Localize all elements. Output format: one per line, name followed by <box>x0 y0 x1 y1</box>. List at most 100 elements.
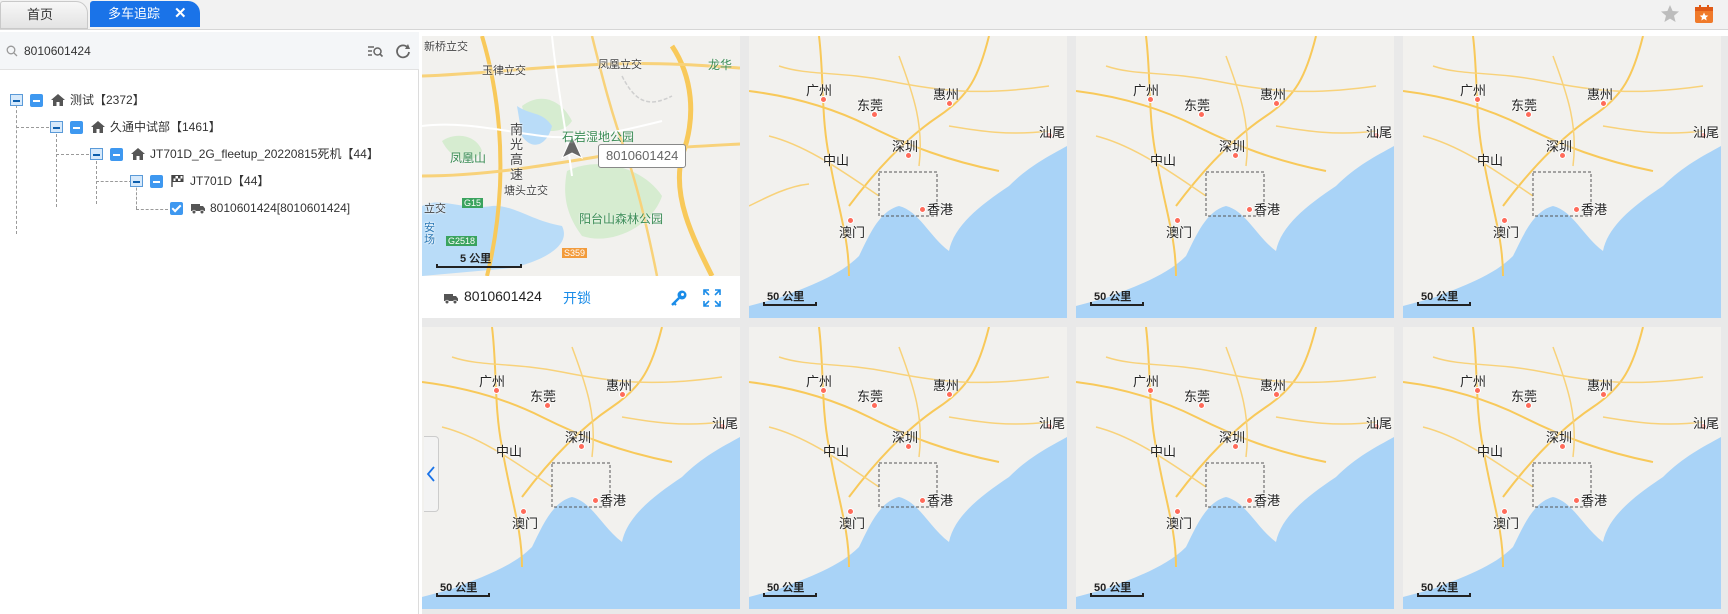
city-label: 汕尾 <box>1039 125 1066 140</box>
map-scale: 5 公里 <box>436 250 522 268</box>
city-label: 香港 <box>600 493 627 508</box>
truck-icon <box>191 204 205 215</box>
city-label: 广州 <box>806 83 833 98</box>
overview-map-tile[interactable]: 广州 东莞 惠州 深圳 汕尾 中山 香港 澳门 50 公里 <box>749 36 1067 318</box>
collapse-panel-button[interactable] <box>424 436 439 512</box>
map-label: 龙华 <box>708 58 733 72</box>
star-icon[interactable] <box>1660 4 1680 24</box>
home-icon <box>131 148 145 160</box>
overview-map <box>749 36 1067 306</box>
vehicle-plate: 8010601424 <box>464 288 542 304</box>
city-label: 深圳 <box>1546 139 1573 154</box>
vehicle-tree: 测试【2372】 久通中试部【1461】 JT701D_2G_fleetup_2… <box>0 70 419 614</box>
unlock-link[interactable]: 开锁 <box>563 288 591 308</box>
city-label: 深圳 <box>1219 139 1246 154</box>
tab-multi-vehicle-tracking-label: 多车追踪 <box>108 6 161 21</box>
overview-map-tile[interactable]: 广州 东莞 惠州 深圳 汕尾 中山 香港 澳门 50 公里 <box>749 327 1067 609</box>
overview-map-tile[interactable]: 广州 东莞 惠州 深圳 汕尾 中山 香港 澳门 50 公里 <box>1076 327 1394 609</box>
city-label: 东莞 <box>1184 98 1211 113</box>
tree-node-vehicle[interactable]: 8010601424[8010601424] <box>170 198 410 218</box>
checkbox-checked[interactable] <box>170 202 183 215</box>
map-label: 石岩湿地公园 <box>562 130 635 144</box>
map-label: 玉律立交 <box>482 65 526 77</box>
city-label: 汕尾 <box>1366 125 1393 140</box>
city-label: 深圳 <box>1546 430 1573 445</box>
checkbox-partial[interactable] <box>110 148 123 161</box>
close-icon[interactable]: ✕ <box>174 1 187 27</box>
overview-map-tile[interactable]: 广州 东莞 惠州 深圳 汕尾 中山 香港 澳门 50 公里 <box>1403 327 1721 609</box>
tree-node-label: JT701D【44】 <box>190 174 270 188</box>
home-icon <box>91 121 105 133</box>
map-label: 新桥立交 <box>424 41 468 53</box>
city-label: 中山 <box>496 444 523 459</box>
home-icon <box>51 94 65 106</box>
tab-home[interactable]: 首页 <box>0 1 88 29</box>
tree-node-jt701d-group[interactable]: JT701D_2G_fleetup_20220815死机【44】 <box>90 144 410 164</box>
city-label: 香港 <box>927 493 954 508</box>
fullscreen-icon[interactable] <box>702 288 722 308</box>
road-shield: G2518 <box>446 236 478 246</box>
tab-bar: 首页 多车追踪 ✕ <box>0 0 1728 30</box>
vehicle-tree-panel: 测试【2372】 久通中试部【1461】 JT701D_2G_fleetup_2… <box>0 32 419 614</box>
overview-map-tile[interactable]: 广州 东莞 惠州 深圳 汕尾 中山 香港 澳门 50 公里 <box>422 327 740 609</box>
city-label: 香港 <box>1581 493 1608 508</box>
favorites-icon[interactable] <box>1694 4 1714 24</box>
city-label: 东莞 <box>530 389 557 404</box>
city-label: 中山 <box>823 153 850 168</box>
city-label: 澳门 <box>1493 516 1520 531</box>
tree-node-jiutong[interactable]: 久通中试部【1461】 <box>50 117 410 137</box>
city-label: 香港 <box>1254 493 1281 508</box>
city-label: 澳门 <box>839 516 866 531</box>
overview-map-tile[interactable]: 广州 东莞 惠州 深圳 汕尾 中山 香港 澳门 50 公里 <box>1076 36 1394 318</box>
city-label: 深圳 <box>892 139 919 154</box>
road-shield: G15 <box>462 198 484 208</box>
list-search-icon[interactable] <box>366 42 384 60</box>
city-label: 汕尾 <box>1693 125 1720 140</box>
refresh-icon[interactable] <box>394 42 412 60</box>
collapse-toggle[interactable] <box>50 121 63 133</box>
city-label: 澳门 <box>1493 225 1520 240</box>
city-label: 广州 <box>1460 83 1487 98</box>
checkbox-partial[interactable] <box>30 94 43 107</box>
city-label: 香港 <box>927 202 954 217</box>
road-shield: S359 <box>562 248 588 258</box>
vehicle-detail-map[interactable]: 新桥立交 玉律立交 凤凰立交 龙华 石岩湿地公园 凤凰山 南光高速 塘头立交 阳… <box>422 36 740 318</box>
search-icon <box>6 45 18 57</box>
city-label: 惠州 <box>606 378 633 393</box>
flag-icon <box>171 175 184 187</box>
overview-map <box>1403 36 1721 306</box>
city-label: 东莞 <box>857 389 884 404</box>
checkbox-partial[interactable] <box>70 121 83 134</box>
map-scale: 50 公里 <box>763 579 817 597</box>
vehicle-marker-label[interactable]: 8010601424 <box>598 144 687 168</box>
collapse-toggle[interactable] <box>130 175 143 187</box>
city-label: 中山 <box>1477 444 1504 459</box>
tree-node-label: 久通中试部【1461】 <box>110 120 221 134</box>
truck-icon <box>444 294 458 305</box>
overview-map <box>1403 327 1721 597</box>
collapse-toggle[interactable] <box>90 148 103 160</box>
city-label: 深圳 <box>565 430 592 445</box>
city-label: 广州 <box>1133 374 1160 389</box>
city-label: 广州 <box>806 374 833 389</box>
city-label: 惠州 <box>933 378 960 393</box>
tree-node-test[interactable]: 测试【2372】 <box>10 90 410 110</box>
search-input[interactable] <box>22 40 356 62</box>
key-icon[interactable] <box>670 289 688 307</box>
map-label: 塘头立交 <box>504 185 548 197</box>
tree-node-label: 8010601424[8010601424] <box>210 201 351 215</box>
city-label: 汕尾 <box>712 416 739 431</box>
collapse-toggle[interactable] <box>10 94 23 106</box>
tree-node-label: 测试【2372】 <box>70 93 145 107</box>
map-scale: 50 公里 <box>1090 288 1144 306</box>
city-label: 中山 <box>1477 153 1504 168</box>
city-label: 汕尾 <box>1039 416 1066 431</box>
overview-map-tile[interactable]: 广州 东莞 惠州 深圳 汕尾 中山 香港 澳门 50 公里 <box>1403 36 1721 318</box>
checkbox-partial[interactable] <box>150 175 163 188</box>
tree-node-jt701d[interactable]: JT701D【44】 <box>130 171 410 191</box>
city-label: 惠州 <box>1587 87 1614 102</box>
tab-multi-vehicle-tracking[interactable]: 多车追踪 ✕ <box>90 1 200 27</box>
city-label: 惠州 <box>1260 87 1287 102</box>
city-label: 惠州 <box>1587 378 1614 393</box>
city-label: 东莞 <box>1184 389 1211 404</box>
